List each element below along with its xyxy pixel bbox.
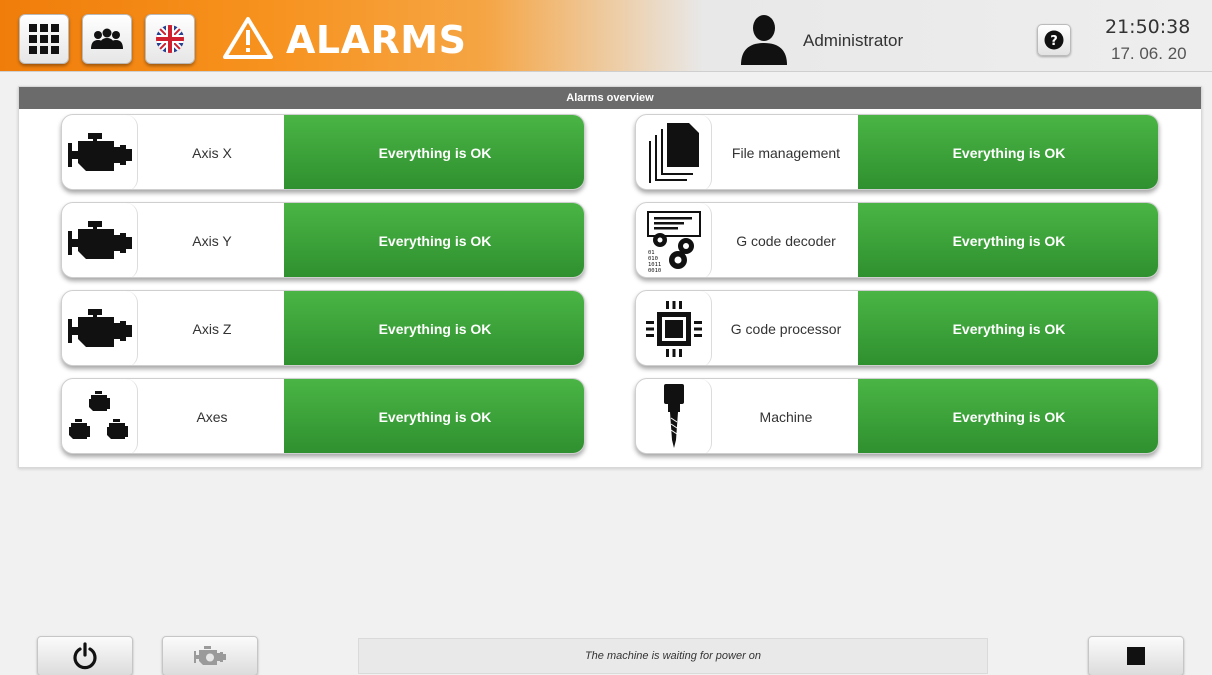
svg-text:0010: 0010: [648, 268, 661, 272]
alarm-label: Axis Z: [192, 321, 232, 337]
engines-group-icon: [62, 379, 138, 453]
alarm-status: Everything is OK: [858, 203, 1158, 277]
help-icon: ?: [1044, 30, 1064, 50]
stop-icon: [1127, 647, 1145, 665]
alarm-label: Axes: [196, 409, 228, 425]
uk-flag-icon: [156, 25, 184, 53]
alarm-status: Everything is OK: [858, 291, 1158, 365]
engine-icon: [62, 203, 138, 277]
user-avatar-icon: [741, 15, 787, 65]
alarm-label: G code decoder: [736, 233, 836, 249]
language-button[interactable]: [145, 14, 195, 64]
warning-icon: [223, 17, 273, 59]
engine-toggle-button[interactable]: [162, 636, 258, 675]
engine-icon: [62, 291, 138, 365]
documents-icon: [636, 115, 712, 189]
power-button[interactable]: [37, 636, 133, 675]
alarm-card-axis-z[interactable]: Axis Z Everything is OK: [61, 290, 585, 366]
alarm-label: G code processor: [730, 321, 842, 337]
clock-time: 21:50:38: [1105, 16, 1191, 38]
engine-icon: [194, 646, 226, 665]
spindle-icon: [636, 379, 712, 453]
engine-icon: [62, 115, 138, 189]
page-title: ALARMS: [286, 18, 467, 62]
stop-button[interactable]: [1088, 636, 1184, 675]
help-button[interactable]: ?: [1037, 24, 1071, 56]
machine-status-message: The machine is waiting for power on: [358, 638, 988, 674]
menu-grid-button[interactable]: [19, 14, 69, 64]
alarm-status: Everything is OK: [284, 291, 584, 365]
users-icon: [91, 28, 123, 49]
svg-text:?: ?: [1050, 34, 1058, 49]
user-name: Administrator: [803, 31, 904, 50]
alarm-card-axis-x[interactable]: Axis X Everything is OK: [61, 114, 585, 190]
alarm-status: Everything is OK: [284, 203, 584, 277]
power-icon: [73, 642, 97, 670]
header-bar: ALARMS Administrator ? 21:50:38 17. 06. …: [0, 0, 1212, 72]
alarm-card-machine[interactable]: Machine Everything is OK: [635, 378, 1159, 454]
clock-date: 17. 06. 20: [1111, 44, 1187, 63]
chip-icon: [636, 291, 712, 365]
alarm-card-g-code-decoder[interactable]: 01 010 1011 0010 G code decoder Everything …: [635, 202, 1159, 278]
panel-title: Alarms overview: [19, 87, 1201, 109]
alarm-label: Axis Y: [192, 233, 232, 249]
code-gears-icon: 01 010 1011 0010: [636, 203, 712, 277]
alarm-status: Everything is OK: [284, 379, 584, 453]
alarm-label: Axis X: [192, 145, 232, 161]
alarm-card-axes[interactable]: Axes Everything is OK: [61, 378, 585, 454]
users-button[interactable]: [82, 14, 132, 64]
alarm-label: File management: [731, 145, 841, 161]
alarm-status: Everything is OK: [858, 115, 1158, 189]
alarm-status: Everything is OK: [284, 115, 584, 189]
grid-icon: [29, 24, 59, 54]
alarms-overview-panel: Alarms overview Axis X Everything is OK …: [18, 86, 1202, 468]
alarm-status: Everything is OK: [858, 379, 1158, 453]
alarm-label: Machine: [759, 409, 813, 425]
alarm-card-g-code-processor[interactable]: G code processor Everything is OK: [635, 290, 1159, 366]
alarm-card-file-management[interactable]: File management Everything is OK: [635, 114, 1159, 190]
alarm-card-axis-y[interactable]: Axis Y Everything is OK: [61, 202, 585, 278]
